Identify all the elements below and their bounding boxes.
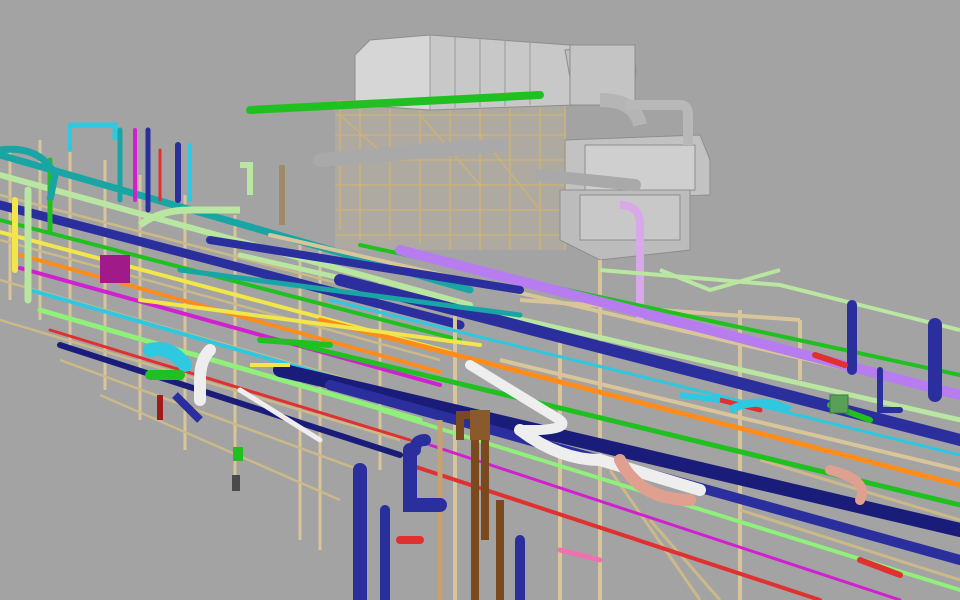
piping-plant-3d-model[interactable] bbox=[0, 0, 960, 600]
steel-structure-tower bbox=[335, 90, 566, 250]
3d-model-viewport[interactable] bbox=[0, 0, 960, 600]
